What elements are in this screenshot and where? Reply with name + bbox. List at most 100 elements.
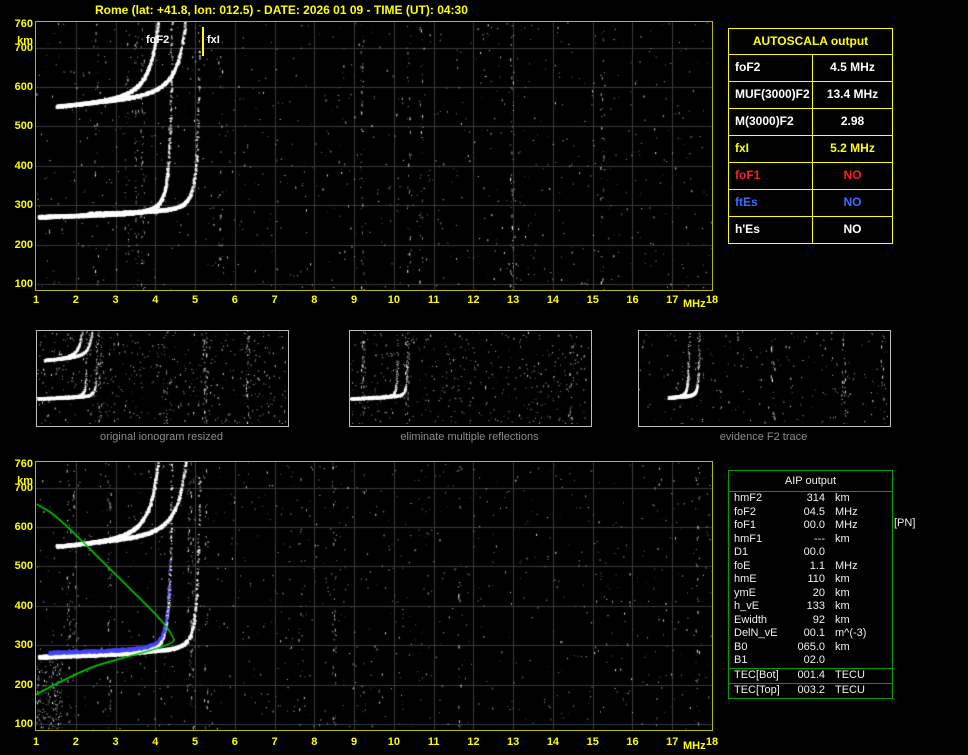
y-axis-unit-label-bottom: km: [17, 475, 33, 487]
autoscala-param-label: foF1: [729, 163, 813, 189]
aip-label: h_vE: [729, 600, 791, 614]
autoscala-param-label: fxI: [729, 136, 813, 162]
x-tick-label: 13: [507, 294, 519, 306]
x-tick-label: 10: [388, 294, 400, 306]
autoscala-table-header: AUTOSCALA output: [729, 29, 892, 55]
x-tick-label: 6: [232, 294, 238, 306]
aip-unit: [825, 654, 835, 668]
x-tick-label: 11: [428, 294, 440, 306]
aip-unit: km: [825, 641, 850, 655]
autoscala-param-value: NO: [813, 190, 892, 216]
autoscala-param-value: 5.2 MHz: [813, 136, 892, 162]
x-tick-label: 18: [706, 294, 718, 306]
aip-label: foF1: [729, 519, 791, 533]
aip-label: B1: [729, 654, 791, 668]
top-ionogram-canvas: [35, 21, 713, 291]
x-tick-label: 3: [112, 736, 118, 748]
y-tick-label: 600: [15, 521, 33, 533]
aip-label: TEC[Bot]: [729, 669, 791, 683]
autoscala-screen: Rome (lat: +41.8, lon: 012.5) - DATE: 20…: [0, 0, 968, 755]
x-tick-label: 15: [587, 736, 599, 748]
aip-row: h_vE133km: [729, 600, 892, 614]
aip-label: DelN_vE: [729, 627, 791, 641]
aip-row: hmF2314km: [729, 492, 892, 506]
aip-unit: km: [825, 573, 850, 587]
aip-unit: MHz: [825, 560, 858, 574]
x-tick-label: 12: [467, 294, 479, 306]
x-tick-label: 17: [666, 294, 678, 306]
y-tick-label: 300: [15, 199, 33, 211]
y-tick-label: 100: [15, 278, 33, 290]
aip-unit: km: [825, 587, 850, 601]
x-tick-label: 8: [311, 294, 317, 306]
autoscala-param-value: NO: [813, 163, 892, 189]
y-tick-label: 760: [15, 18, 33, 30]
x-tick-label: 13: [507, 736, 519, 748]
aip-value: 20: [791, 587, 825, 601]
autoscala-param-value: 4.5 MHz: [813, 55, 892, 81]
aip-value: 001.4: [791, 669, 825, 683]
station-title: Rome (lat: +41.8, lon: 012.5) - DATE: 20…: [95, 3, 468, 17]
x-tick-label: 15: [587, 294, 599, 306]
aip-unit: [825, 546, 835, 560]
autoscala-row: fxI5.2 MHz: [729, 136, 892, 163]
foF1-pn-note: [PN]: [894, 517, 915, 529]
aip-row: foF204.5MHz: [729, 506, 892, 520]
panel-original-ionogram: [36, 330, 289, 427]
aip-value: 314: [791, 492, 825, 506]
x-tick-label: 7: [272, 294, 278, 306]
aip-row: hmF1---km: [729, 533, 892, 547]
autoscala-param-label: h'Es: [729, 217, 813, 243]
aip-value: 065.0: [791, 641, 825, 655]
x-tick-label: 14: [547, 294, 559, 306]
aip-row: TEC[Top]003.2TECU: [729, 683, 892, 698]
autoscala-row: foF24.5 MHz: [729, 55, 892, 82]
x-tick-label: 11: [428, 736, 440, 748]
x-tick-label: 7: [272, 736, 278, 748]
y-tick-label: 400: [15, 160, 33, 172]
original-ionogram-canvas: [37, 331, 286, 424]
x-tick-label: 2: [73, 294, 79, 306]
aip-table-header: AIP output: [729, 471, 892, 492]
y-tick-label: 500: [15, 560, 33, 572]
x-tick-label: 3: [112, 294, 118, 306]
aip-label: B0: [729, 641, 791, 655]
aip-unit: km: [825, 533, 850, 547]
aip-row: B0065.0km: [729, 641, 892, 655]
aip-value: 02.0: [791, 654, 825, 668]
aip-label: hmF2: [729, 492, 791, 506]
aip-label: TEC[Top]: [729, 684, 791, 698]
x-tick-label: 9: [351, 736, 357, 748]
y-axis-unit-label-top: km: [17, 35, 33, 47]
aip-row: hmE110km: [729, 573, 892, 587]
aip-label: hmE: [729, 573, 791, 587]
autoscala-param-label: M(3000)F2: [729, 109, 813, 135]
foF2-trace-label: foF2: [146, 34, 169, 46]
aip-value: 00.0: [791, 519, 825, 533]
x-tick-label: 6: [232, 736, 238, 748]
autoscala-param-label: MUF(3000)F2: [729, 82, 813, 108]
y-tick-label: 600: [15, 81, 33, 93]
x-tick-label: 4: [152, 736, 158, 748]
aip-value: ---: [791, 533, 825, 547]
aip-row: TEC[Bot]001.4TECU: [729, 668, 892, 683]
x-tick-label: 1: [33, 294, 39, 306]
y-tick-label: 500: [15, 120, 33, 132]
aip-unit: m^(-3): [825, 627, 866, 641]
autoscala-param-value: 2.98: [813, 109, 892, 135]
aip-value: 110: [791, 573, 825, 587]
x-tick-label: 17: [666, 736, 678, 748]
autoscala-row: h'EsNO: [729, 217, 892, 243]
aip-row: DelN_vE00.1m^(-3): [729, 627, 892, 641]
aip-row: Ewidth92km: [729, 614, 892, 628]
evidence-f2-trace-canvas: [639, 331, 888, 424]
eliminate-reflections-canvas: [350, 331, 589, 424]
caption-eliminate-reflections: eliminate multiple reflections: [349, 431, 590, 443]
aip-unit: km: [825, 614, 850, 628]
caption-evidence-f2-trace: evidence F2 trace: [638, 431, 889, 443]
autoscala-row: ftEsNO: [729, 190, 892, 217]
aip-label: Ewidth: [729, 614, 791, 628]
y-tick-label: 400: [15, 600, 33, 612]
aip-label: hmF1: [729, 533, 791, 547]
aip-row: D100.0: [729, 546, 892, 560]
